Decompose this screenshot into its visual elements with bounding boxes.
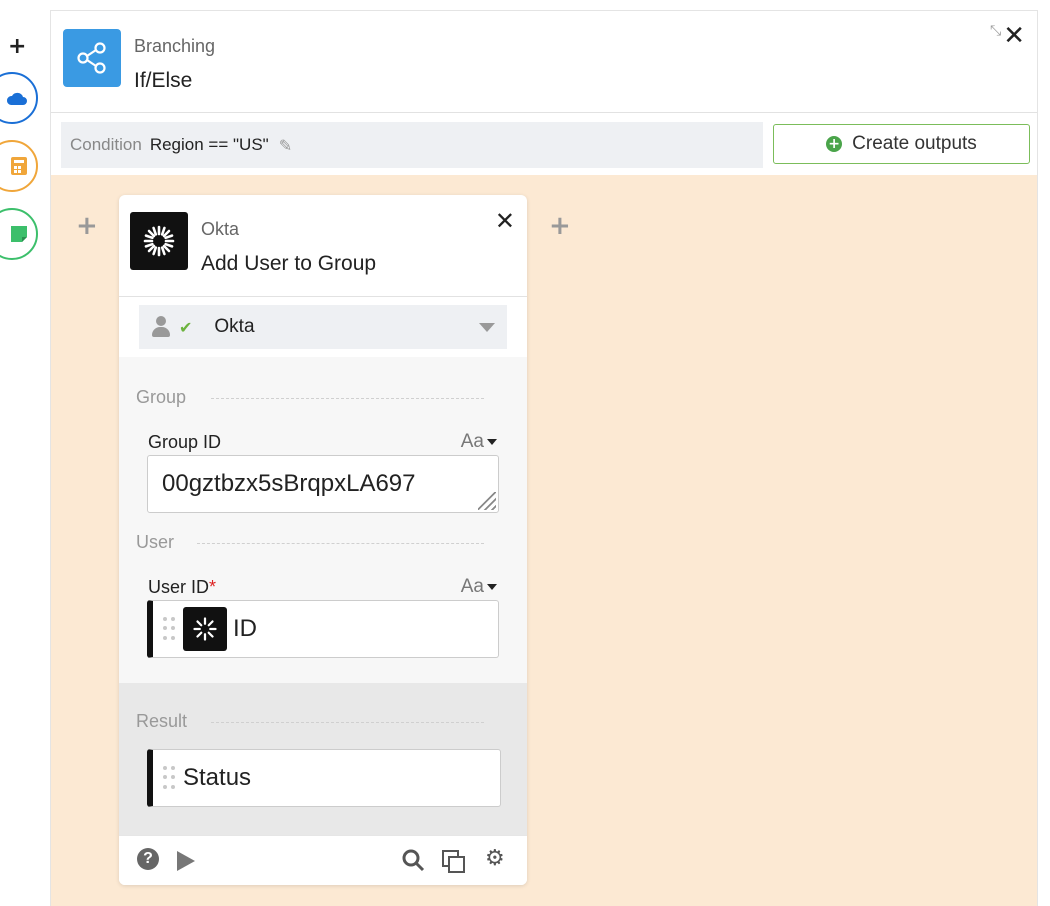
group-id-label: Group ID bbox=[148, 432, 222, 452]
format-label: Aa bbox=[460, 431, 484, 452]
copy-icon[interactable] bbox=[441, 849, 467, 880]
user-icon bbox=[151, 315, 171, 339]
group-id-value: 00gztbzx5sBrqpxLA697 bbox=[162, 470, 416, 497]
close-card-button[interactable]: ✕ bbox=[495, 207, 515, 235]
cloud-app-icon[interactable] bbox=[0, 72, 38, 124]
resize-handle-icon[interactable] bbox=[478, 492, 496, 510]
input-fields: Group Group ID Aa 00gztbzx5sBrqpxLA697 U… bbox=[119, 357, 527, 683]
account-name: Okta bbox=[214, 316, 255, 337]
condition-row: Condition Region == "US" ✎ + Create outp… bbox=[51, 113, 1037, 175]
panel-subtitle: Branching bbox=[134, 36, 216, 56]
note-app-icon[interactable] bbox=[0, 208, 38, 260]
card-header: Okta Add User to Group ✕ bbox=[119, 195, 527, 297]
format-toggle[interactable]: Aa bbox=[461, 431, 497, 453]
create-outputs-button[interactable]: + Create outputs bbox=[773, 124, 1030, 164]
add-step-icon[interactable]: + bbox=[8, 36, 26, 58]
user-id-token: ID bbox=[233, 615, 257, 642]
okta-step-card: Okta Add User to Group ✕ ✔ Okta Group Gr… bbox=[119, 195, 527, 885]
required-mark: * bbox=[209, 577, 217, 597]
play-icon[interactable] bbox=[177, 851, 195, 871]
caret-down-icon bbox=[487, 438, 497, 445]
app-name: Okta bbox=[201, 219, 240, 239]
result-value: Status bbox=[183, 764, 252, 791]
section-divider bbox=[211, 398, 484, 399]
chevron-down-icon bbox=[479, 323, 495, 332]
card-footer: ? ⚙ bbox=[119, 835, 527, 885]
action-name: Add User to Group bbox=[201, 252, 377, 275]
add-step-before-icon[interactable]: + bbox=[76, 211, 98, 241]
condition-label: Condition bbox=[70, 135, 142, 154]
user-id-label-text: User ID bbox=[148, 577, 210, 597]
format-toggle[interactable]: Aa bbox=[461, 576, 497, 598]
panel-title: If/Else bbox=[134, 69, 193, 92]
left-rail: + bbox=[0, 0, 48, 906]
drag-handle-icon[interactable] bbox=[163, 766, 175, 790]
okta-logo-icon bbox=[183, 607, 227, 651]
section-divider bbox=[211, 722, 484, 723]
format-label: Aa bbox=[460, 576, 484, 597]
check-icon: ✔ bbox=[179, 317, 193, 337]
condition-field[interactable]: Condition Region == "US" ✎ bbox=[61, 122, 763, 168]
account-select[interactable]: ✔ Okta bbox=[139, 305, 507, 349]
condition-value: Region == "US" bbox=[149, 135, 269, 154]
result-output[interactable]: Status bbox=[147, 749, 501, 807]
plus-circle-icon: + bbox=[826, 136, 843, 152]
close-panel-button[interactable]: ✕ bbox=[1003, 23, 1025, 49]
gear-icon[interactable]: ⚙ bbox=[485, 846, 505, 871]
create-outputs-label: Create outputs bbox=[852, 133, 977, 154]
search-icon[interactable] bbox=[401, 848, 425, 877]
add-step-after-icon[interactable]: + bbox=[549, 211, 571, 241]
caret-down-icon bbox=[487, 583, 497, 590]
section-user-label: User bbox=[136, 532, 175, 552]
share-icon bbox=[63, 29, 121, 87]
section-result-label: Result bbox=[136, 711, 188, 731]
panel-tools: ⤡ ✕ bbox=[990, 23, 1025, 49]
pencil-icon[interactable]: ✎ bbox=[279, 136, 292, 155]
user-id-label: User ID* bbox=[148, 577, 216, 598]
drag-handle-icon[interactable] bbox=[163, 617, 175, 641]
result-section: Result Status bbox=[119, 683, 527, 835]
group-id-input[interactable]: 00gztbzx5sBrqpxLA697 bbox=[147, 455, 499, 513]
help-icon[interactable]: ? bbox=[137, 848, 159, 870]
calculator-app-icon[interactable] bbox=[0, 140, 38, 192]
section-group-label: Group bbox=[136, 387, 187, 407]
section-divider bbox=[197, 543, 484, 544]
panel-header: Branching If/Else ⤡ ✕ bbox=[51, 11, 1037, 113]
user-id-input[interactable]: ID bbox=[147, 600, 499, 658]
branching-panel: Branching If/Else ⤡ ✕ Condition Region =… bbox=[50, 10, 1038, 906]
collapse-icon[interactable]: ⤡ bbox=[990, 23, 1001, 39]
okta-logo-icon bbox=[130, 212, 188, 270]
